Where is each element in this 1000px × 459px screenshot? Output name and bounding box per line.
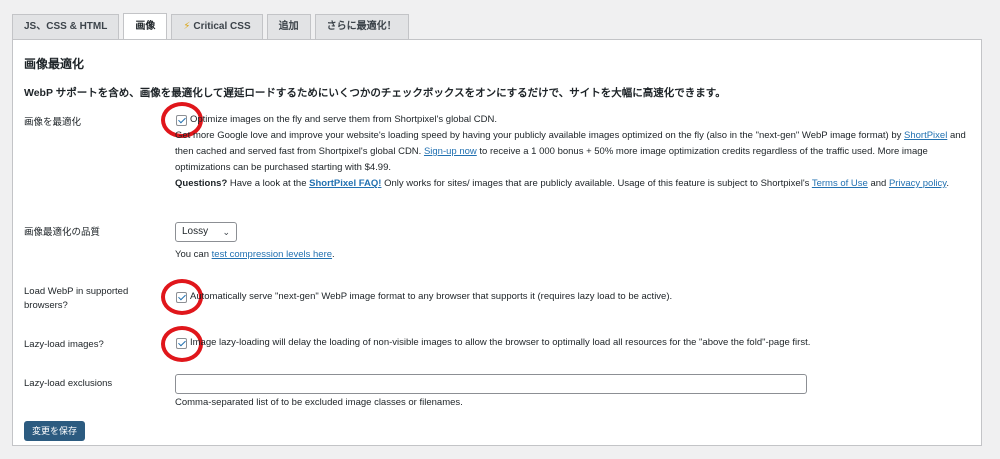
lazy-load-label: Lazy-load images? xyxy=(24,339,104,350)
tab-label: 画像 xyxy=(135,21,156,32)
tab-label: JS、CSS & HTML xyxy=(24,21,108,32)
save-changes-button[interactable]: 変更を保存 xyxy=(24,421,85,441)
faq-link[interactable]: ShortPixel FAQ! xyxy=(309,178,381,189)
terms-link[interactable]: Terms of Use xyxy=(812,178,868,189)
privacy-link[interactable]: Privacy policy xyxy=(889,178,946,189)
lazy-exclusions-label: Lazy-load exclusions xyxy=(24,378,113,389)
section-description: WebP サポートを含め、画像を最適化して遅延ロードするためにいくつかのチェック… xyxy=(24,87,726,99)
tab-critical-css[interactable]: ⚡ Critical CSS xyxy=(171,14,263,39)
tab-bar: JS、CSS & HTML 画像 ⚡ Critical CSS 追加 さらに最適化… xyxy=(12,8,413,40)
notes-text: . xyxy=(946,178,949,189)
questions-label: Questions? xyxy=(175,178,228,189)
webp-checkbox[interactable] xyxy=(176,292,187,303)
tab-label: 追加 xyxy=(278,21,299,32)
notes-text: Only works for sites/ images that are pu… xyxy=(381,178,812,189)
hint-text: . xyxy=(332,249,335,260)
lazy-load-checkbox[interactable] xyxy=(176,338,187,349)
section-title: 画像最適化 xyxy=(24,57,85,71)
lightning-icon: ⚡ xyxy=(183,21,191,32)
tab-js-css-html[interactable]: JS、CSS & HTML xyxy=(12,14,120,39)
optimize-images-label: 画像を最適化 xyxy=(24,117,82,128)
image-quality-label: 画像最適化の品質 xyxy=(24,227,101,238)
lazy-exclusions-hint: Comma-separated list of to be excluded i… xyxy=(175,397,463,408)
tab-images[interactable]: 画像 xyxy=(123,13,168,40)
compression-levels-link[interactable]: test compression levels here xyxy=(212,249,332,260)
hint-text: You can xyxy=(175,249,212,260)
tab-label: Critical CSS xyxy=(193,21,251,32)
selected-value: Lossy xyxy=(182,226,209,237)
optimize-images-notes: Questions? Have a look at the ShortPixel… xyxy=(175,176,970,192)
optimize-images-description: Get more Google love and improve your we… xyxy=(175,128,970,176)
notes-text: and xyxy=(867,178,889,189)
image-quality-select[interactable]: Lossy ⌄ xyxy=(175,222,237,242)
optimize-images-checkbox[interactable] xyxy=(176,115,187,126)
lazy-exclusions-input[interactable] xyxy=(175,374,807,394)
notes-text: Have a look at the xyxy=(227,178,310,189)
optimize-images-text: Optimize images on the fly and serve the… xyxy=(190,114,497,125)
description-text: Get more Google love and improve your we… xyxy=(175,130,902,141)
tab-extra[interactable]: 追加 xyxy=(266,14,311,39)
webp-label: Load WebP in supported browsers? xyxy=(24,286,129,311)
chevron-down-icon: ⌄ xyxy=(222,227,230,237)
webp-text: Automatically serve "next-gen" WebP imag… xyxy=(190,291,673,302)
lazy-load-text: Image lazy-loading will delay the loadin… xyxy=(190,337,811,348)
shortpixel-link[interactable]: ShortPixel xyxy=(904,130,947,141)
quality-hint: You can test compression levels here. xyxy=(175,247,335,263)
tab-optimize-more[interactable]: さらに最適化！ xyxy=(314,14,409,39)
signup-link[interactable]: Sign-up now xyxy=(424,146,477,157)
tab-label: さらに最適化！ xyxy=(326,21,397,32)
settings-panel: 画像最適化 WebP サポートを含め、画像を最適化して遅延ロードするためにいくつ… xyxy=(12,39,982,446)
